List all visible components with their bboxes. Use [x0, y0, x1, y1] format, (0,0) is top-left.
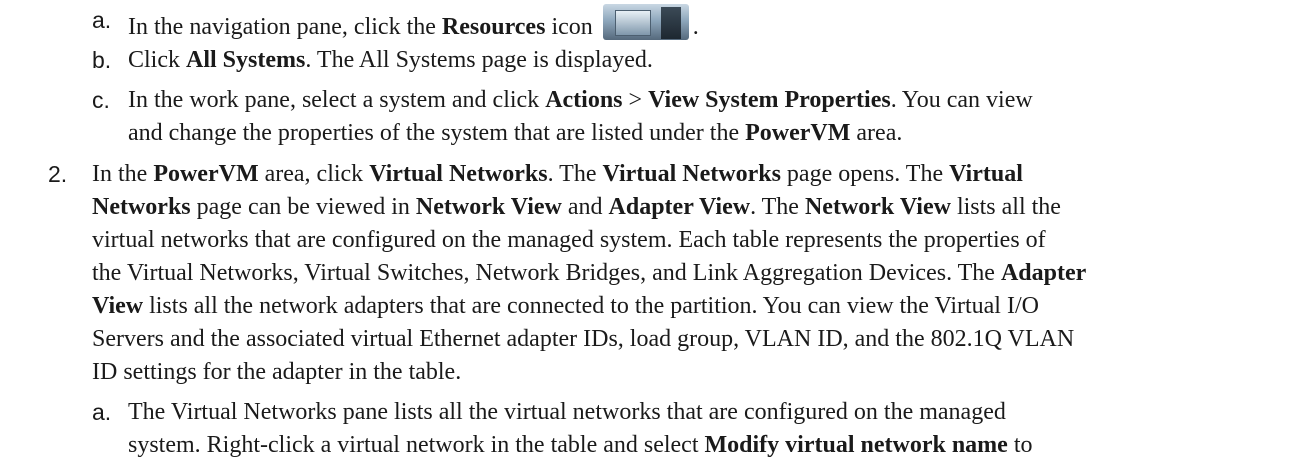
- step-text-line-3: virtual networks that are configured on …: [92, 227, 1046, 253]
- step-text: Click All Systems. The All Systems page …: [128, 47, 653, 73]
- step-marker: a.: [92, 399, 112, 425]
- step-text-line-5: View lists all the network adapters that…: [92, 293, 1039, 319]
- step-marker: a.: [92, 7, 112, 33]
- step-text-line-2: and change the properties of the system …: [128, 120, 903, 146]
- step-text: In the navigation pane, click the Resour…: [128, 4, 699, 44]
- step-marker: c.: [92, 87, 110, 113]
- document-page: a. In the navigation pane, click the Res…: [0, 0, 1294, 458]
- step-text-line-6: Servers and the associated virtual Ether…: [92, 326, 1075, 352]
- step-marker: b.: [92, 47, 112, 73]
- step-text-line-4: the Virtual Networks, Virtual Switches, …: [92, 260, 1087, 286]
- resources-label: Resources: [441, 14, 546, 40]
- step-text-line-7: ID settings for the adapter in the table…: [92, 359, 462, 385]
- step-text-line-2: system. Right-click a virtual network in…: [128, 432, 1033, 458]
- all-systems-label: All Systems: [186, 47, 306, 73]
- step-text-line-1: In the work pane, select a system and cl…: [128, 87, 1033, 113]
- step-text-line-1: In the PowerVM area, click Virtual Netwo…: [92, 161, 1023, 187]
- step-text-line-1: The Virtual Networks pane lists all the …: [128, 399, 1006, 425]
- resources-icon: [602, 4, 689, 40]
- step-text-line-2: Networks page can be viewed in Network V…: [92, 194, 1061, 220]
- step-marker: 2.: [48, 161, 68, 187]
